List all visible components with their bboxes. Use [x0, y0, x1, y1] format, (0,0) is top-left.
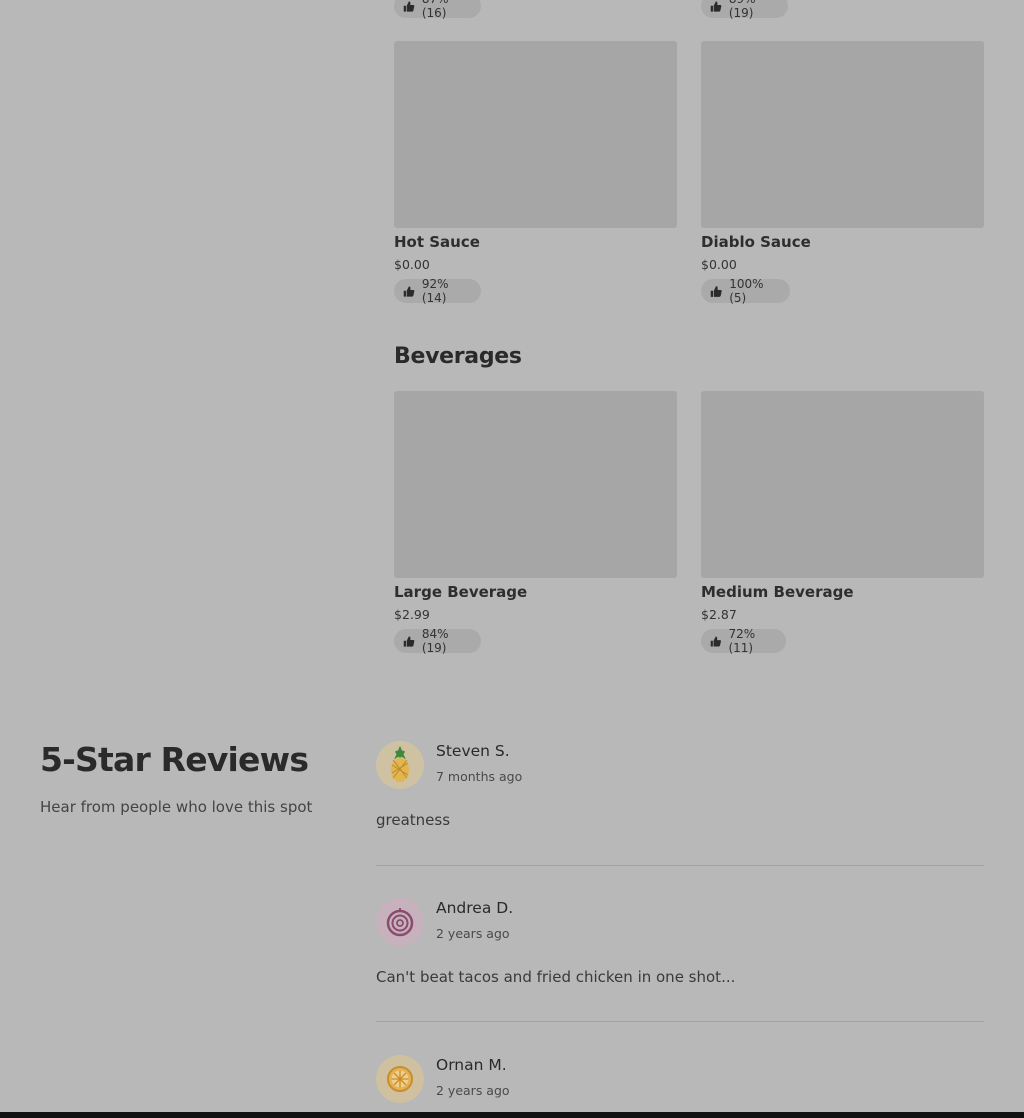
avatar	[376, 741, 424, 789]
thumbs-up-icon	[710, 635, 721, 648]
onion-icon	[386, 908, 414, 937]
item-image[interactable]	[394, 41, 677, 228]
reviewer-name: Steven S.	[436, 742, 510, 760]
rating-badge: 72% (11)	[701, 627, 786, 655]
item-image[interactable]	[701, 391, 984, 578]
item-name[interactable]: Diablo Sauce	[701, 233, 811, 251]
rating-text: 100% (5)	[729, 277, 764, 305]
item-name[interactable]: Hot Sauce	[394, 233, 480, 251]
item-image[interactable]	[701, 41, 984, 228]
pineapple-icon	[391, 745, 409, 782]
citrus-icon	[387, 1066, 413, 1092]
item-price: $0.00	[701, 257, 737, 272]
rating-text: 87% (16)	[421, 0, 449, 20]
rating-text: 92% (14)	[421, 277, 449, 305]
rating-badge: 84% (19)	[394, 627, 481, 655]
item-price: $2.87	[701, 607, 737, 622]
avatar	[376, 898, 424, 946]
avatar	[376, 1055, 424, 1103]
section-title-beverages: Beverages	[394, 344, 522, 369]
thumbs-up-icon	[403, 0, 415, 13]
rating-text: 84% (19)	[421, 627, 449, 655]
rating-badge: 87% (16)	[394, 0, 481, 20]
divider	[376, 1021, 984, 1022]
item-image[interactable]	[394, 391, 677, 578]
rating-badge: 89% (19)	[701, 0, 788, 20]
review-text: greatness	[376, 811, 451, 829]
rating-text: 89% (19)	[728, 0, 756, 20]
reviewer-name: Ornan M.	[436, 1056, 507, 1074]
bottom-edge	[0, 1112, 1024, 1118]
rating-badge: 92% (14)	[394, 277, 481, 305]
reviews-subtitle: Hear from people who love this spot	[40, 798, 313, 816]
review-text: Can't beat tacos and fried chicken in on…	[376, 968, 736, 986]
thumbs-up-icon	[710, 285, 722, 298]
thumbs-up-icon	[403, 285, 415, 298]
item-price: $0.00	[394, 257, 430, 272]
rating-text: 72% (11)	[728, 627, 756, 655]
item-name[interactable]: Large Beverage	[394, 583, 527, 601]
review-time: 2 years ago	[436, 926, 510, 941]
item-name[interactable]: Medium Beverage	[701, 583, 854, 601]
review-time: 7 months ago	[436, 769, 523, 784]
rating-badge: 100% (5)	[701, 277, 790, 305]
item-price: $2.99	[394, 607, 430, 622]
review-time: 2 years ago	[436, 1083, 510, 1098]
reviews-title: 5-Star Reviews	[40, 740, 309, 779]
divider	[376, 865, 984, 866]
thumbs-up-icon	[403, 635, 415, 648]
thumbs-up-icon	[710, 0, 722, 13]
reviewer-name: Andrea D.	[436, 899, 514, 917]
